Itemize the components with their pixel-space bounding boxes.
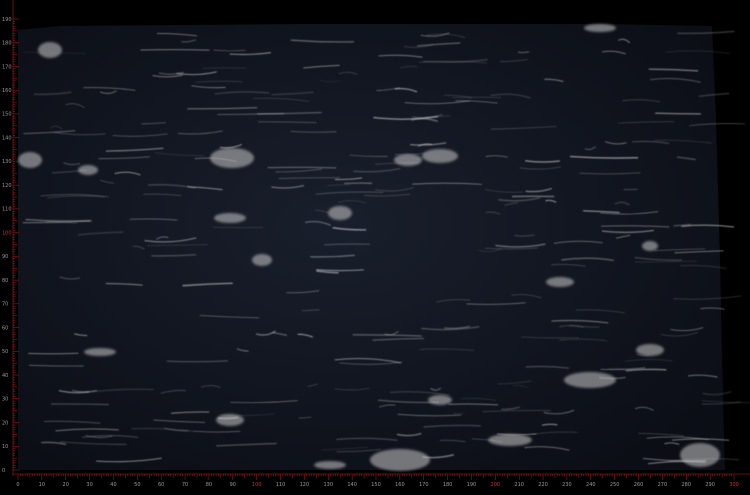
- vein-blotch: [314, 461, 346, 469]
- horizontal-ruler-label: 180: [443, 482, 453, 488]
- horizontal-ruler-label: 0: [16, 482, 19, 488]
- horizontal-ruler-label: 240: [586, 482, 596, 488]
- vein-streak: [140, 50, 209, 51]
- vein-blotch: [564, 372, 616, 388]
- vein-blotch: [328, 206, 352, 220]
- vertical-ruler-label: 30: [2, 397, 8, 403]
- vein-blotch: [84, 348, 116, 356]
- vertical-ruler-label: 40: [2, 373, 8, 379]
- horizontal-ruler-label: 100: [252, 482, 262, 488]
- vertical-ruler-label: 70: [2, 302, 8, 308]
- vein-blotch: [642, 241, 658, 251]
- horizontal-ruler-label: 120: [300, 482, 310, 488]
- horizontal-ruler-label: 40: [110, 482, 116, 488]
- vertical-ruler-label: 0: [2, 468, 5, 474]
- horizontal-ruler-label: 90: [230, 482, 236, 488]
- vertical-ruler-label: 140: [2, 135, 12, 141]
- vein-blotch: [18, 152, 42, 168]
- vertical-ruler-label: 60: [2, 325, 8, 331]
- vein-blotch: [636, 344, 664, 356]
- vertical-ruler-label: 110: [2, 207, 12, 213]
- vein-blotch: [546, 277, 574, 287]
- horizontal-ruler-label: 150: [371, 482, 381, 488]
- slab-photo: 1901801701601501401301201101009080706050…: [0, 0, 750, 491]
- vertical-ruler-label: 80: [2, 278, 8, 284]
- vertical-ruler-label: 120: [2, 183, 12, 189]
- horizontal-ruler-label: 270: [658, 482, 668, 488]
- vein-blotch: [216, 414, 244, 426]
- vein-blotch: [210, 148, 254, 168]
- vertical-ruler-label: 90: [2, 254, 8, 260]
- horizontal-ruler-label: 190: [467, 482, 477, 488]
- vein-blotch: [252, 254, 272, 266]
- horizontal-ruler-label: 300: [729, 482, 739, 488]
- vein-blotch: [488, 434, 532, 446]
- horizontal-ruler-label: 130: [323, 482, 333, 488]
- vein-blotch: [394, 154, 422, 166]
- horizontal-ruler-label: 170: [419, 482, 429, 488]
- horizontal-ruler-label: 80: [206, 482, 212, 488]
- vertical-ruler-label: 10: [2, 444, 8, 450]
- horizontal-ruler-label: 160: [395, 482, 405, 488]
- horizontal-ruler-label: 110: [276, 482, 286, 488]
- horizontal-ruler-label: 20: [63, 482, 69, 488]
- horizontal-ruler-label: 30: [86, 482, 92, 488]
- vein-blotch: [214, 213, 246, 223]
- vein-blotch: [78, 165, 98, 175]
- vein-blotch: [428, 395, 452, 405]
- horizontal-ruler-label: 50: [134, 482, 140, 488]
- vein-streak: [268, 167, 337, 168]
- horizontal-ruler-label: 250: [610, 482, 620, 488]
- horizontal-ruler-label: 280: [681, 482, 691, 488]
- vein-blotch: [584, 24, 616, 32]
- vertical-ruler-label: 130: [2, 159, 12, 165]
- vein-streak: [655, 113, 701, 114]
- vein-blotch: [38, 42, 62, 58]
- granite-slab: [18, 24, 725, 470]
- vein-blotch: [370, 449, 430, 471]
- vein-streak: [51, 404, 109, 405]
- vertical-ruler-label: 150: [2, 112, 12, 118]
- vertical-ruler-label: 50: [2, 349, 8, 355]
- vertical-ruler-label: 160: [2, 88, 12, 94]
- slab-image: 1901801701601501401301201101009080706050…: [0, 0, 750, 491]
- horizontal-ruler-label: 230: [562, 482, 572, 488]
- horizontal-ruler-label: 220: [538, 482, 548, 488]
- horizontal-ruler-label: 210: [514, 482, 524, 488]
- vein-blotch: [422, 149, 458, 163]
- horizontal-ruler-label: 70: [182, 482, 188, 488]
- horizontal-ruler-label: 260: [634, 482, 644, 488]
- vertical-ruler-label: 190: [2, 17, 12, 23]
- horizontal-ruler-label: 140: [347, 482, 357, 488]
- horizontal-ruler-label: 290: [705, 482, 715, 488]
- vein-blotch: [680, 443, 720, 467]
- horizontal-ruler-label: 200: [491, 482, 501, 488]
- vertical-ruler-label: 100: [2, 230, 12, 236]
- vertical-ruler-label: 170: [2, 64, 12, 70]
- horizontal-ruler-label: 10: [39, 482, 45, 488]
- vertical-ruler-label: 20: [2, 420, 8, 426]
- horizontal-ruler-label: 60: [158, 482, 164, 488]
- vertical-ruler-label: 180: [2, 41, 12, 47]
